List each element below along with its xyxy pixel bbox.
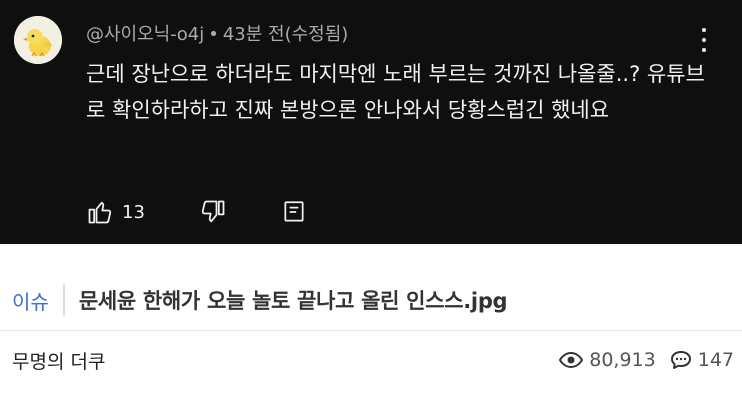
comment-timestamp: 43분 전(수정됨) bbox=[222, 24, 349, 45]
post-stats: 80,913 147 bbox=[559, 349, 734, 371]
comment-author[interactable]: @사이오닉-o4j bbox=[86, 24, 204, 45]
youtube-comment-screenshot: @사이오닉-o4j • 43분 전(수정됨) 근데 장난으로 하더라도 마지막엔 노… bbox=[0, 0, 742, 244]
header-separator: • bbox=[208, 24, 219, 45]
comment-count: 147 bbox=[697, 349, 734, 371]
eye-icon bbox=[559, 351, 584, 369]
post-writer: 무명의 더쿠 bbox=[12, 350, 106, 373]
view-count: 80,913 bbox=[589, 349, 656, 371]
chick-avatar-image bbox=[14, 16, 62, 64]
post-meta: 무명의 더쿠 80,913 147 bbox=[0, 340, 742, 380]
thumbs-up-icon bbox=[88, 201, 112, 224]
comment-actions: 13 bbox=[86, 196, 307, 228]
category-divider bbox=[62, 284, 65, 316]
like-button[interactable]: 13 bbox=[86, 198, 199, 226]
like-count: 13 bbox=[122, 201, 145, 223]
section-divider bbox=[0, 330, 742, 331]
dislike-button[interactable] bbox=[199, 198, 227, 226]
reply-comment-icon bbox=[284, 201, 304, 222]
comment-bubble-icon bbox=[670, 350, 692, 370]
comment-text: 근데 장난으로 하더라도 마지막엔 노래 부르는 것까진 나올줄..? 유튜브로… bbox=[86, 62, 705, 122]
more-options-icon[interactable] bbox=[692, 26, 716, 54]
comment-header: @사이오닉-o4j • 43분 전(수정됨) bbox=[86, 20, 348, 46]
post-title-row: 이슈 문세윤 한해가 오늘 놀토 끝나고 올린 인스스.jpg bbox=[0, 280, 742, 320]
reply-button[interactable] bbox=[281, 199, 307, 225]
post-category[interactable]: 이슈 bbox=[12, 286, 49, 315]
avatar[interactable] bbox=[14, 16, 62, 64]
thumbs-down-icon bbox=[201, 200, 225, 223]
post-title[interactable]: 문세윤 한해가 오늘 놀토 끝나고 올린 인스스.jpg bbox=[79, 285, 508, 315]
